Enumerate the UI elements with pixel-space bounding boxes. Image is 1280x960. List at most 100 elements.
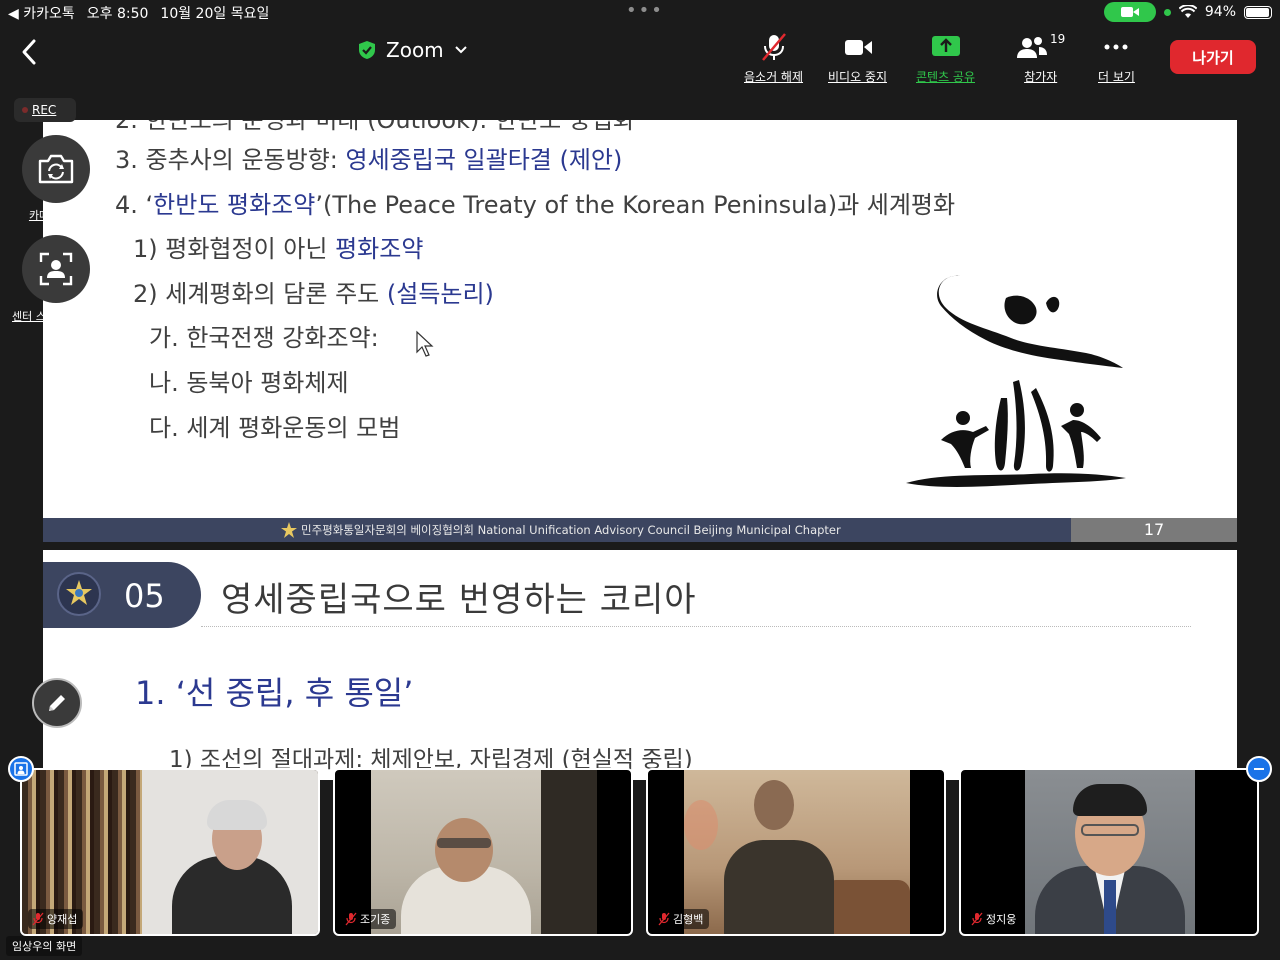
meeting-info-dropdown[interactable]: Zoom	[358, 38, 468, 62]
participants-button[interactable]: 19 참가자	[1016, 32, 1065, 85]
participant-tile[interactable]: 정지웅	[959, 768, 1259, 936]
camera-active-dot	[1163, 8, 1171, 16]
battery-fill	[1246, 7, 1269, 17]
person-hair	[207, 800, 267, 830]
screen-owner-label: 임상우의 화면	[6, 936, 83, 956]
leave-meeting-button[interactable]: 나가기	[1170, 40, 1256, 74]
person-head	[435, 818, 493, 882]
recording-dot	[22, 107, 28, 113]
slide-line-partial: 2. 한반도의 운명과 미래 (Outlook): 한반도 중립화	[115, 120, 636, 134]
section-divider	[201, 626, 1191, 627]
center-stage-button[interactable]	[22, 235, 90, 303]
participants-icon	[1017, 37, 1047, 58]
share-content-button[interactable]: 콘텐츠 공유	[916, 32, 975, 85]
more-button[interactable]: 더 보기	[1098, 32, 1135, 85]
shared-slide-17: 2. 한반도의 운명과 미래 (Outlook): 한반도 중립화 3. 중추사…	[43, 120, 1237, 542]
mouse-cursor-icon	[416, 330, 434, 357]
slide-item-na: 나. 동북아 평화체제	[149, 369, 349, 397]
glasses	[1081, 824, 1139, 836]
slide-line-3-text: 3. 중추사의 운동방향:	[115, 146, 346, 174]
unmute-button[interactable]: 음소거 해제	[744, 32, 803, 85]
council-emblem-icon	[281, 522, 297, 538]
participant-tile[interactable]: 조기종	[333, 768, 633, 936]
person-body	[724, 840, 834, 934]
slide-item-da: 다. 세계 평화운동의 모범	[149, 414, 401, 442]
microphone-muted-icon	[761, 33, 786, 61]
section-title: 영세중립국으로 번영하는 코리아	[221, 580, 697, 620]
person-head	[754, 780, 794, 830]
slide-sub-1: 1) 평화협정이 아닌 평화조약	[133, 229, 423, 264]
glasses	[437, 838, 491, 848]
participant-video	[1025, 770, 1195, 934]
slide-line-3-highlight: 영세중립국 일괄타결 (제안)	[345, 146, 623, 174]
participant-name-tag: 정지웅	[967, 909, 1023, 929]
microphone-muted-icon	[345, 912, 357, 926]
more-dots-icon	[1104, 44, 1128, 50]
microphone-muted-icon	[971, 912, 983, 926]
unmute-label: 음소거 해제	[744, 70, 804, 84]
participant-tile[interactable]: 김형백	[646, 768, 946, 936]
gallery-expand-button[interactable]	[8, 756, 34, 782]
share-content-label: 콘텐츠 공유	[916, 70, 976, 84]
recording-label: REC	[32, 103, 57, 117]
switch-camera-label: 카메라 전환	[28, 209, 84, 222]
microphone-muted-icon	[658, 912, 670, 926]
section-number: 05	[124, 577, 165, 615]
council-emblem-icon	[57, 572, 101, 616]
calligraphy-artwork	[906, 275, 1126, 487]
slide-line-4: 4. ‘한반도 평화조약’(The Peace Treaty of the Ko…	[115, 185, 955, 220]
video-camera-icon	[844, 40, 872, 55]
video-camera-icon	[1120, 7, 1139, 17]
chevron-left-icon	[22, 39, 36, 65]
switch-camera-button[interactable]	[22, 135, 90, 203]
slide-sub-1-text: 1) 평화협정이 아닌	[133, 235, 336, 263]
more-label: 더 보기	[1098, 70, 1135, 84]
slide-footer-text: 민주평화통일자문회의 베이징협의회 National Unification A…	[301, 523, 841, 537]
share-screen-icon	[931, 36, 960, 56]
slide-item-ga: 가. 한국전쟁 강화조약:	[149, 324, 379, 352]
slide-line-4-prefix: 4. ‘	[115, 191, 154, 219]
section-subtitle: 1. ‘선 중립, 후 통일’	[135, 674, 414, 712]
slide-sub-1-highlight: 평화조약	[335, 235, 424, 263]
participant-name: 정지웅	[986, 913, 1017, 926]
participant-name-tag: 조기종	[341, 909, 397, 929]
stop-video-label: 비디오 중지	[828, 70, 888, 84]
wifi-icon	[1178, 5, 1197, 18]
annotate-button[interactable]	[32, 678, 82, 728]
status-bar: ◀ 카카오톡 오후 8:50 10월 20일 목요일 ••• 94%	[0, 0, 1280, 24]
gallery-collapse-button[interactable]	[1246, 756, 1272, 782]
multitasking-dots-icon[interactable]: •••	[626, 2, 664, 20]
slide-line-3: 3. 중추사의 운동방향: 영세중립국 일괄타결 (제안)	[115, 140, 622, 175]
participant-name-tag: 김형백	[654, 909, 710, 929]
zoom-meeting-screen: ◀ 카카오톡 오후 8:50 10월 20일 목요일 ••• 94% Zoom …	[0, 0, 1280, 960]
camera-switch-icon	[38, 154, 74, 184]
participant-name: 조기종	[360, 913, 391, 926]
center-stage-label: 센터 스테이지 끄기	[12, 310, 100, 323]
app-title: Zoom	[386, 38, 444, 62]
slide-sub-2: 2) 세계평화의 담론 주도 (설득논리)	[133, 274, 494, 309]
person-hair	[1073, 784, 1147, 816]
back-button[interactable]	[14, 36, 46, 68]
battery-icon	[1244, 5, 1272, 19]
participant-name: 김형백	[673, 913, 704, 926]
recording-indicator[interactable]: REC	[14, 98, 76, 122]
shield-check-icon	[359, 41, 375, 59]
back-to-app-link[interactable]: ◀ 카카오톡	[8, 3, 75, 23]
pencil-icon	[49, 695, 65, 711]
chevron-down-icon	[454, 46, 467, 54]
shared-slide-section-05: 05 영세중립국으로 번영하는 코리아 1. ‘선 중립, 후 통일’ 1) 조…	[43, 550, 1237, 780]
slide-footer: 민주평화통일자문회의 베이징협의회 National Unification A…	[43, 518, 1237, 542]
participant-video	[371, 770, 597, 934]
star-emblem-icon	[66, 580, 92, 605]
slide-line-4-highlight: 한반도 평화조약	[153, 191, 316, 219]
participants-label: 참가자	[1024, 70, 1058, 84]
doorway	[541, 770, 597, 934]
participant-name: 양재섭	[47, 913, 78, 926]
stop-video-button[interactable]: 비디오 중지	[828, 32, 887, 85]
sofa	[824, 880, 910, 934]
slide-page-number: 17	[1071, 518, 1237, 542]
participant-tile[interactable]: 양재섭	[20, 768, 320, 936]
minus-icon	[1254, 768, 1264, 770]
microphone-muted-icon	[32, 912, 44, 926]
participants-count: 19	[1050, 32, 1066, 46]
